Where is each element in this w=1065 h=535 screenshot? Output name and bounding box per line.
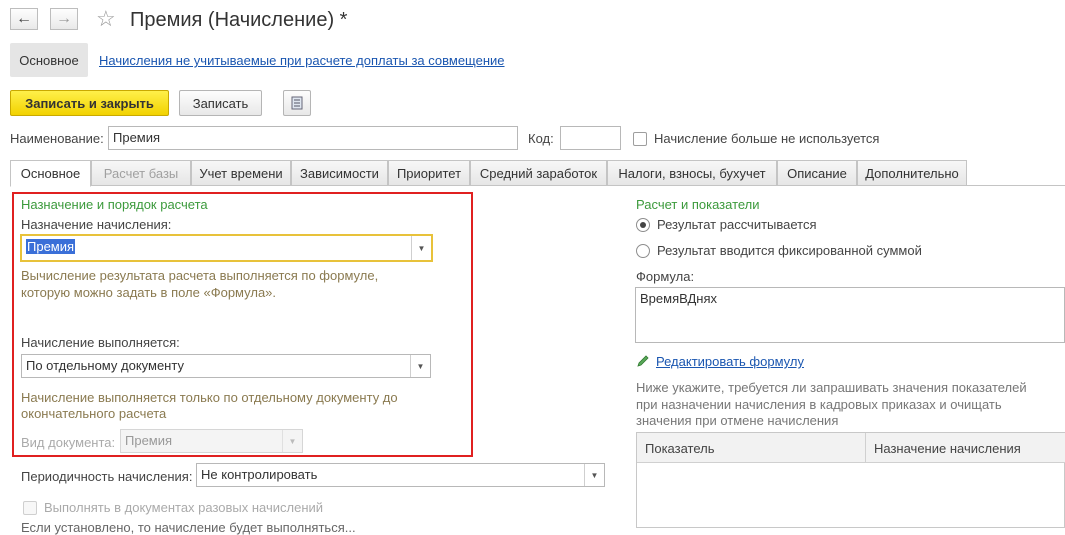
tab-priority[interactable]: Приоритет — [388, 160, 470, 186]
executed-select[interactable]: По отдельному документу ▼ — [21, 354, 431, 378]
executed-hint-line2: окончательного расчета — [21, 406, 167, 421]
doc-type-select: Премия ▼ — [120, 429, 303, 453]
calc-section-title: Расчет и показатели — [636, 197, 760, 212]
tab-average-earnings[interactable]: Средний заработок — [470, 160, 607, 186]
chevron-down-icon: ▼ — [282, 430, 302, 452]
pencil-icon — [637, 355, 649, 367]
indicators-hint-line1: Ниже укажите, требуется ли запрашивать з… — [636, 380, 1027, 395]
chevron-down-icon[interactable]: ▼ — [411, 236, 431, 260]
periodicity-select[interactable]: Не контролировать ▼ — [196, 463, 605, 487]
back-button[interactable]: ← — [10, 8, 38, 30]
arrow-right-icon: → — [56, 10, 72, 27]
purpose-hint-line1: Вычисление результата расчета выполняетс… — [21, 268, 379, 283]
unused-checkbox[interactable] — [633, 132, 647, 146]
periodicity-value: Не контролировать — [201, 467, 318, 482]
purpose-section-title: Назначение и порядок расчета — [21, 197, 208, 212]
table-header-indicator[interactable]: Показатель — [637, 433, 866, 463]
doc-type-label: Вид документа: — [21, 435, 116, 450]
arrow-left-icon: ← — [16, 10, 32, 27]
formula-field[interactable]: ВремяВДнях — [635, 287, 1065, 343]
indicators-hint-line2: при назначении начисления в кадровых при… — [636, 397, 1002, 412]
indicators-table[interactable]: Показатель Назначение начисления — [636, 432, 1065, 528]
tab-base-calculation[interactable]: Расчет базы — [91, 160, 191, 186]
star-icon[interactable]: ☆ — [96, 6, 116, 32]
chevron-down-icon[interactable]: ▼ — [584, 464, 604, 486]
purpose-label: Назначение начисления: — [21, 217, 172, 232]
tab-main[interactable]: Основное — [10, 160, 91, 187]
more-actions-button[interactable] — [283, 90, 311, 116]
section-link-not-counted[interactable]: Начисления не учитываемые при расчете до… — [99, 53, 505, 68]
save-and-close-button[interactable]: Записать и закрыть — [10, 90, 169, 116]
name-field[interactable]: Премия — [108, 126, 518, 150]
radio-fixed-label: Результат вводится фиксированной суммой — [657, 243, 922, 258]
save-button[interactable]: Записать — [179, 90, 262, 116]
radio-calculated-label: Результат рассчитывается — [657, 217, 817, 232]
periodicity-label: Периодичность начисления: — [21, 469, 193, 484]
indicators-hint-line3: значения при отмене начисления — [636, 413, 839, 428]
chevron-down-icon[interactable]: ▼ — [410, 355, 430, 377]
tab-additional[interactable]: Дополнительно — [857, 160, 967, 186]
one-time-label: Выполнять в документах разовых начислени… — [44, 500, 324, 515]
formula-label: Формула: — [636, 269, 695, 284]
executed-label: Начисление выполняется: — [21, 335, 180, 350]
unused-label: Начисление больше не используется — [654, 131, 880, 146]
page-title: Премия (Начисление) * — [130, 9, 348, 31]
tab-taxes[interactable]: Налоги, взносы, бухучет — [607, 160, 777, 186]
list-icon — [291, 96, 303, 110]
doc-type-value: Премия — [125, 433, 173, 448]
forward-button[interactable]: → — [50, 8, 78, 30]
code-label: Код: — [528, 131, 554, 146]
purpose-select[interactable]: Премия ▼ — [20, 234, 433, 262]
tab-dependencies[interactable]: Зависимости — [291, 160, 388, 186]
radio-calculated[interactable] — [636, 218, 650, 232]
executed-hint-line1: Начисление выполняется только по отдельн… — [21, 390, 398, 405]
tab-time-tracking[interactable]: Учет времени — [191, 160, 291, 186]
purpose-hint-line2: которую можно задать в поле «Формула». — [21, 285, 277, 300]
tab-description[interactable]: Описание — [777, 160, 857, 186]
edit-formula-link[interactable]: Редактировать формулу — [656, 354, 804, 369]
executed-value: По отдельному документу — [26, 358, 184, 373]
radio-fixed[interactable] — [636, 244, 650, 258]
purpose-value: Премия — [26, 239, 76, 254]
table-header-purpose[interactable]: Назначение начисления — [866, 433, 1065, 463]
code-field[interactable] — [560, 126, 621, 150]
one-time-checkbox — [23, 501, 37, 515]
section-main-button[interactable]: Основное — [10, 43, 88, 77]
name-label: Наименование: — [10, 131, 104, 146]
